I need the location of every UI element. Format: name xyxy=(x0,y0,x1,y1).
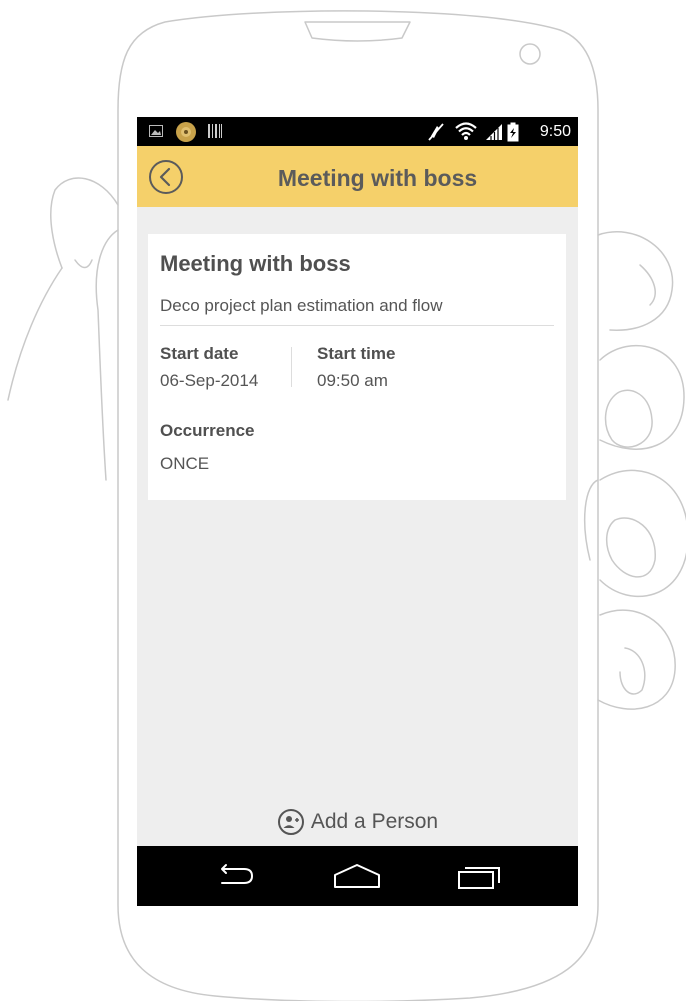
phone-screen: 9:50 Meeting with boss Meeting with boss… xyxy=(137,117,578,906)
left-thumb xyxy=(50,177,119,269)
app-bar: Meeting with boss xyxy=(137,146,578,207)
status-time: 9:50 xyxy=(539,123,571,140)
music-notification-icon xyxy=(176,122,196,142)
wifi-icon xyxy=(455,122,477,140)
start-date-label: Start date xyxy=(160,344,239,363)
signal-icon xyxy=(486,124,502,140)
column-separator xyxy=(291,347,292,387)
phone-speaker xyxy=(304,21,411,42)
start-date-value: 06-Sep-2014 xyxy=(160,371,259,390)
meeting-title: Meeting with boss xyxy=(160,251,351,276)
divider xyxy=(160,325,554,326)
start-time-value: 09:50 am xyxy=(317,371,388,390)
home-nav-icon[interactable] xyxy=(333,863,381,891)
back-nav-icon[interactable] xyxy=(212,863,256,889)
page-title: Meeting with boss xyxy=(277,165,478,191)
status-bar: 9:50 xyxy=(137,117,578,146)
back-circle-icon xyxy=(149,160,183,194)
start-date-field: Start date 06-Sep-2014 xyxy=(160,344,258,391)
meeting-card: Meeting with boss Deco project plan esti… xyxy=(148,234,566,500)
recents-nav-icon[interactable] xyxy=(457,863,503,891)
meeting-description: Deco project plan estimation and flow xyxy=(160,296,443,315)
barcode-notification-icon xyxy=(208,124,222,138)
occurrence-field: Occurrence ONCE xyxy=(160,421,255,474)
navigation-bar xyxy=(137,846,578,906)
occurrence-label: Occurrence xyxy=(160,421,255,440)
right-finger-1 xyxy=(597,231,674,331)
back-button[interactable] xyxy=(148,159,184,195)
phone-camera xyxy=(519,43,541,65)
battery-icon xyxy=(507,122,519,142)
right-finger-3 xyxy=(599,469,686,598)
start-time-label: Start time xyxy=(317,344,396,363)
add-person-label: Add a Person xyxy=(310,810,439,833)
add-person-button[interactable]: Add a Person xyxy=(137,806,578,838)
occurrence-value: ONCE xyxy=(160,454,210,473)
mute-icon xyxy=(428,123,444,141)
image-notification-icon xyxy=(149,125,163,137)
add-person-icon xyxy=(277,809,304,835)
start-time-field: Start time 09:50 am xyxy=(317,344,395,391)
